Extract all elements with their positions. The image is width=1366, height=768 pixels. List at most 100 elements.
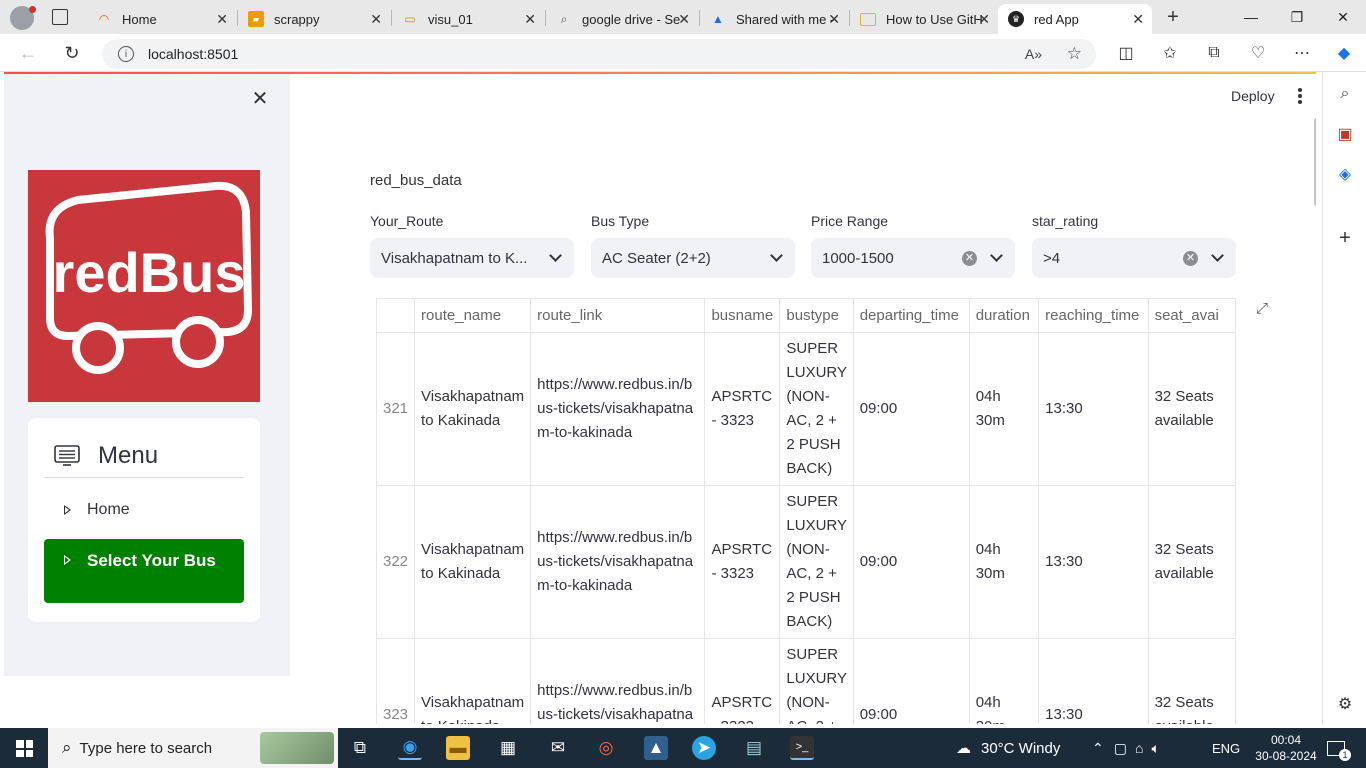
cell-departing-time[interactable]: 09:00 bbox=[853, 638, 970, 724]
close-icon[interactable]: ✕ bbox=[1132, 11, 1144, 28]
tab-shared-with-me[interactable]: ▲ Shared with me - ✕ bbox=[700, 4, 848, 34]
star-rating-select[interactable]: >4 ✕ bbox=[1032, 238, 1236, 278]
tab-red-app[interactable]: ♛ red App ✕ bbox=[998, 4, 1152, 34]
close-sidebar-icon[interactable]: ✕ bbox=[250, 88, 270, 110]
terminal-icon[interactable]: >_ bbox=[790, 736, 814, 760]
cell-bustype[interactable]: SUPER LUXURY (NON-AC, 2 + 2 PUSH BACK) bbox=[779, 485, 854, 639]
price-range-select[interactable]: 1000-1500 ✕ bbox=[811, 238, 1015, 278]
close-icon[interactable]: ✕ bbox=[828, 11, 840, 28]
cell-bustype[interactable]: SUPER LUXURY (NON-AC, 2 + 2 PUSH BACK) bbox=[779, 332, 854, 486]
close-icon[interactable]: ✕ bbox=[524, 11, 536, 28]
cell-busname[interactable]: APSRTC - 3323 bbox=[704, 638, 781, 724]
table-row[interactable]: 321 Visakhapatnam to Kakinada https://ww… bbox=[376, 332, 1236, 486]
bus-type-select[interactable]: AC Seater (2+2) bbox=[591, 238, 795, 278]
tab-how-to-use-github[interactable]: How to Use GitH ✕ bbox=[850, 4, 998, 34]
menu-item-select-your-bus[interactable]: Select Your Bus bbox=[44, 539, 244, 603]
chevron-up-icon[interactable]: ⌃ bbox=[1092, 740, 1104, 757]
copilot-icon[interactable]: ◆ bbox=[1332, 42, 1356, 64]
cell-reaching-time[interactable]: 13:30 bbox=[1038, 332, 1149, 486]
bus-data-table[interactable]: route_name route_link busname bustype de… bbox=[376, 298, 1236, 724]
jupyter-icon[interactable]: ◎ bbox=[594, 736, 618, 760]
favorite-star-icon[interactable]: ☆ bbox=[1067, 44, 1082, 64]
cell-duration[interactable]: 04h 30m bbox=[969, 485, 1040, 639]
page-scrollbar[interactable] bbox=[1314, 118, 1316, 206]
window-close-icon[interactable]: ✕ bbox=[1320, 0, 1366, 34]
cell-route-name[interactable]: Visakhapatnam to Kakinada bbox=[414, 485, 532, 639]
cell-duration[interactable]: 04h 30m bbox=[969, 332, 1040, 486]
column-header[interactable]: seat_avai bbox=[1148, 299, 1236, 333]
cell-reaching-time[interactable]: 13:30 bbox=[1038, 485, 1149, 639]
fullscreen-expand-icon[interactable]: ⤢ bbox=[1256, 300, 1272, 317]
tab-scrappy[interactable]: ▰ scrappy ✕ bbox=[238, 4, 390, 34]
cell-duration[interactable]: 04h 30m bbox=[969, 638, 1040, 724]
cell-reaching-time[interactable]: 13:30 bbox=[1038, 638, 1149, 724]
column-header[interactable]: route_name bbox=[414, 299, 532, 333]
close-icon[interactable]: ✕ bbox=[216, 11, 228, 28]
main-menu-icon[interactable] bbox=[1294, 86, 1306, 106]
cell-route-name[interactable]: Visakhapatnam to Kakinada bbox=[414, 638, 532, 724]
add-icon[interactable]: + bbox=[1335, 227, 1355, 249]
new-tab-icon[interactable]: + bbox=[1162, 6, 1184, 28]
clear-icon[interactable]: ✕ bbox=[1183, 251, 1198, 266]
search-icon[interactable]: ⌕ bbox=[1335, 84, 1355, 104]
cell-route-link[interactable]: https://www.redbus.in/bus-tickets/visakh… bbox=[530, 485, 706, 639]
back-arrow-icon[interactable]: ← bbox=[14, 41, 42, 65]
cell-route-link[interactable]: https://www.redbus.in/bus-tickets/visakh… bbox=[530, 332, 706, 486]
cell-route-link[interactable]: https://www.redbus.in/bus-tickets/visakh… bbox=[530, 638, 706, 724]
microsoft-store-icon[interactable]: ▦ bbox=[496, 736, 520, 760]
edge-browser-icon[interactable]: ◉ bbox=[398, 736, 422, 760]
close-icon[interactable]: ✕ bbox=[370, 11, 382, 28]
tab-actions-icon[interactable] bbox=[52, 9, 68, 25]
cell-busname[interactable]: APSRTC - 3323 bbox=[704, 332, 781, 486]
url-field[interactable]: i localhost:8501 A» ☆ bbox=[102, 39, 1096, 69]
cell-departing-time[interactable]: 09:00 bbox=[853, 485, 970, 639]
reload-icon[interactable]: ↻ bbox=[58, 41, 86, 65]
tools-icon[interactable]: ▣ bbox=[1335, 124, 1355, 144]
shopping-tag-icon[interactable]: ◈ bbox=[1335, 164, 1355, 184]
read-aloud-icon[interactable]: A» bbox=[1025, 46, 1042, 62]
cell-route-name[interactable]: Visakhapatnam to Kakinada bbox=[414, 332, 532, 486]
column-header[interactable]: departing_time bbox=[853, 299, 970, 333]
tab-visu[interactable]: ▭ visu_01 ✕ bbox=[392, 4, 544, 34]
column-header[interactable]: busname bbox=[704, 299, 781, 333]
menu-item-home[interactable]: Home bbox=[44, 490, 244, 530]
favorites-icon[interactable]: ✩ bbox=[1158, 42, 1182, 64]
system-tray[interactable]: ⌃ ▢ ⌂ 🔈︎ bbox=[1092, 728, 1168, 768]
site-info-icon[interactable]: i bbox=[118, 46, 134, 62]
table-row[interactable]: 323 Visakhapatnam to Kakinada https://ww… bbox=[376, 638, 1236, 724]
clock[interactable]: 00:04 30-08-2024 bbox=[1248, 728, 1324, 768]
cell-seat-availability[interactable]: 32 Seats available bbox=[1148, 638, 1236, 724]
clear-icon[interactable]: ✕ bbox=[962, 251, 977, 266]
taskbar-search-box[interactable]: ⌕ Type here to search bbox=[48, 728, 338, 768]
deploy-button[interactable]: Deploy bbox=[1231, 88, 1275, 104]
column-header[interactable]: route_link bbox=[530, 299, 706, 333]
telegram-icon[interactable]: ➤ bbox=[692, 736, 716, 760]
gear-icon[interactable]: ⚙ bbox=[1335, 694, 1355, 714]
windows-start-icon[interactable] bbox=[16, 740, 33, 757]
cell-seat-availability[interactable]: 32 Seats available bbox=[1148, 485, 1236, 639]
weather-widget[interactable]: ☁ 30°C Windy bbox=[956, 728, 1060, 768]
cell-departing-time[interactable]: 09:00 bbox=[853, 332, 970, 486]
notifications-icon[interactable]: 1 bbox=[1324, 728, 1351, 768]
column-header[interactable]: reaching_time bbox=[1038, 299, 1149, 333]
mail-icon[interactable]: ✉ bbox=[546, 736, 570, 760]
file-explorer-icon[interactable]: ▬ bbox=[446, 736, 470, 760]
cell-bustype[interactable]: SUPER LUXURY (NON-AC, 2 + 2 PUSH BACK) bbox=[779, 638, 854, 724]
task-view-icon[interactable]: ⧉ bbox=[348, 736, 372, 760]
tab-home[interactable]: ◠ Home ✕ bbox=[86, 4, 236, 34]
close-icon[interactable]: ✕ bbox=[678, 11, 690, 28]
table-row[interactable]: 322 Visakhapatnam to Kakinada https://ww… bbox=[376, 485, 1236, 639]
notes-icon[interactable]: ▤ bbox=[742, 736, 766, 760]
restore-icon[interactable]: ❐ bbox=[1274, 0, 1320, 34]
collections-icon[interactable]: ⧉ bbox=[1202, 42, 1226, 64]
split-screen-icon[interactable]: ◫ bbox=[1114, 42, 1138, 64]
tab-google-drive-search[interactable]: ⌕ google drive - Se ✕ bbox=[546, 4, 698, 34]
minimize-icon[interactable]: — bbox=[1228, 0, 1274, 34]
language-indicator[interactable]: ENG bbox=[1212, 728, 1240, 768]
browser-essentials-icon[interactable]: ♡ bbox=[1246, 42, 1270, 64]
route-select[interactable]: Visakhapatnam to K... bbox=[370, 238, 574, 278]
settings-more-icon[interactable]: ⋯ bbox=[1290, 42, 1314, 64]
cell-seat-availability[interactable]: 32 Seats available bbox=[1148, 332, 1236, 486]
cell-busname[interactable]: APSRTC - 3323 bbox=[704, 485, 781, 639]
column-header[interactable]: duration bbox=[969, 299, 1040, 333]
